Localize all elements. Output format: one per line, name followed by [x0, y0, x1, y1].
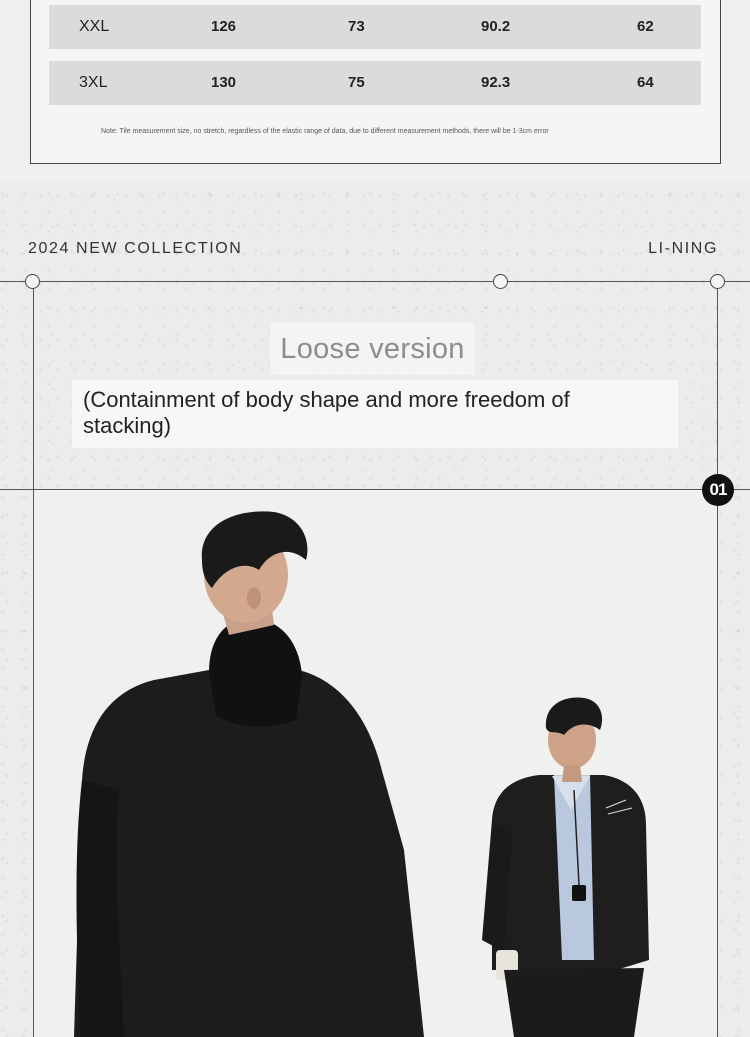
- model-back-view: [74, 511, 424, 1037]
- table-row: XXL 126 73 90.2 62: [49, 5, 701, 49]
- table-cell: 64: [637, 74, 654, 91]
- frame-line-right: [717, 281, 718, 1037]
- frame-node: [25, 274, 40, 289]
- table-cell: 73: [348, 18, 365, 35]
- size-table-section: XXL 126 73 90.2 62 3XL 130 75 92.3 64 No…: [0, 0, 750, 182]
- measurement-note: Note: Tile measurement size, no stretch,…: [101, 128, 549, 135]
- brand-name: LI-NING: [648, 240, 718, 257]
- fit-title: Loose version: [280, 333, 465, 365]
- table-cell: 90.2: [481, 18, 511, 35]
- size-label: XXL: [79, 18, 110, 35]
- frame-node: [710, 274, 725, 289]
- model-illustration: [74, 511, 649, 1037]
- collection-label: 2024 NEW COLLECTION: [28, 240, 243, 257]
- frame-node: [493, 274, 508, 289]
- size-label: 3XL: [79, 74, 108, 91]
- table-row: 3XL 130 75 92.3 64: [49, 61, 701, 105]
- table-cell: 92.3: [481, 74, 511, 91]
- frame-line-top: [0, 281, 750, 282]
- table-cell: 62: [637, 18, 654, 35]
- model-front-view: [482, 697, 649, 1037]
- size-table-frame: XXL 126 73 90.2 62 3XL 130 75 92.3 64 No…: [30, 0, 721, 164]
- product-photo: [34, 490, 717, 1037]
- section-number-badge: 01: [702, 474, 734, 506]
- table-cell: 75: [348, 74, 365, 91]
- fit-description: (Containment of body shape and more free…: [83, 387, 570, 438]
- table-cell: 130: [211, 74, 237, 91]
- table-cell: 126: [211, 18, 237, 35]
